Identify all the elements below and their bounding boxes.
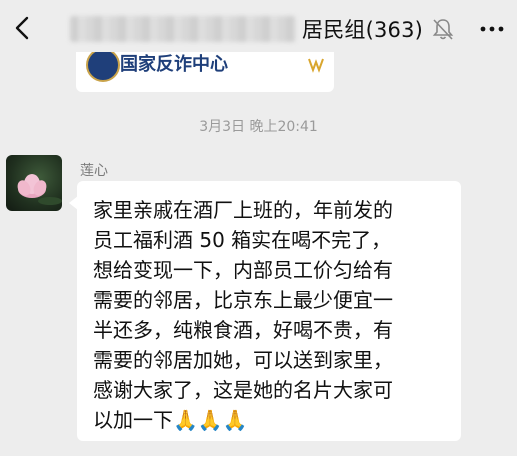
lotus-icon (17, 174, 62, 205)
back-chevron-icon[interactable] (8, 13, 38, 43)
verified-check-icon (308, 58, 324, 73)
chat-title-area: 居民组(363) (70, 14, 423, 44)
message-timestamp: 3月3日 晚上20:41 (199, 119, 318, 135)
muted-bell-icon (432, 19, 454, 40)
sender-name: 莲心 (80, 163, 108, 179)
chat-title: 居民组(363) (302, 18, 424, 42)
message-bubble[interactable]: 家里亲戚在酒厂上班的，年前发的 员工福利酒 50 箱实在喝不完了， 想给变现一下… (77, 181, 461, 441)
more-dots-icon[interactable] (477, 16, 507, 42)
card-name: 国家反诈中心 (120, 54, 228, 75)
blurred-group-name (70, 16, 296, 42)
shared-contact-card[interactable]: 国家反诈中心 (76, 52, 334, 92)
message-text: 家里亲戚在酒厂上班的，年前发的 员工福利酒 50 箱实在喝不完了， 想给变现一下… (93, 198, 393, 432)
sender-avatar[interactable] (6, 155, 62, 211)
anti-fraud-logo-icon (86, 52, 120, 82)
chat-header: 居民组(363) (0, 0, 517, 58)
